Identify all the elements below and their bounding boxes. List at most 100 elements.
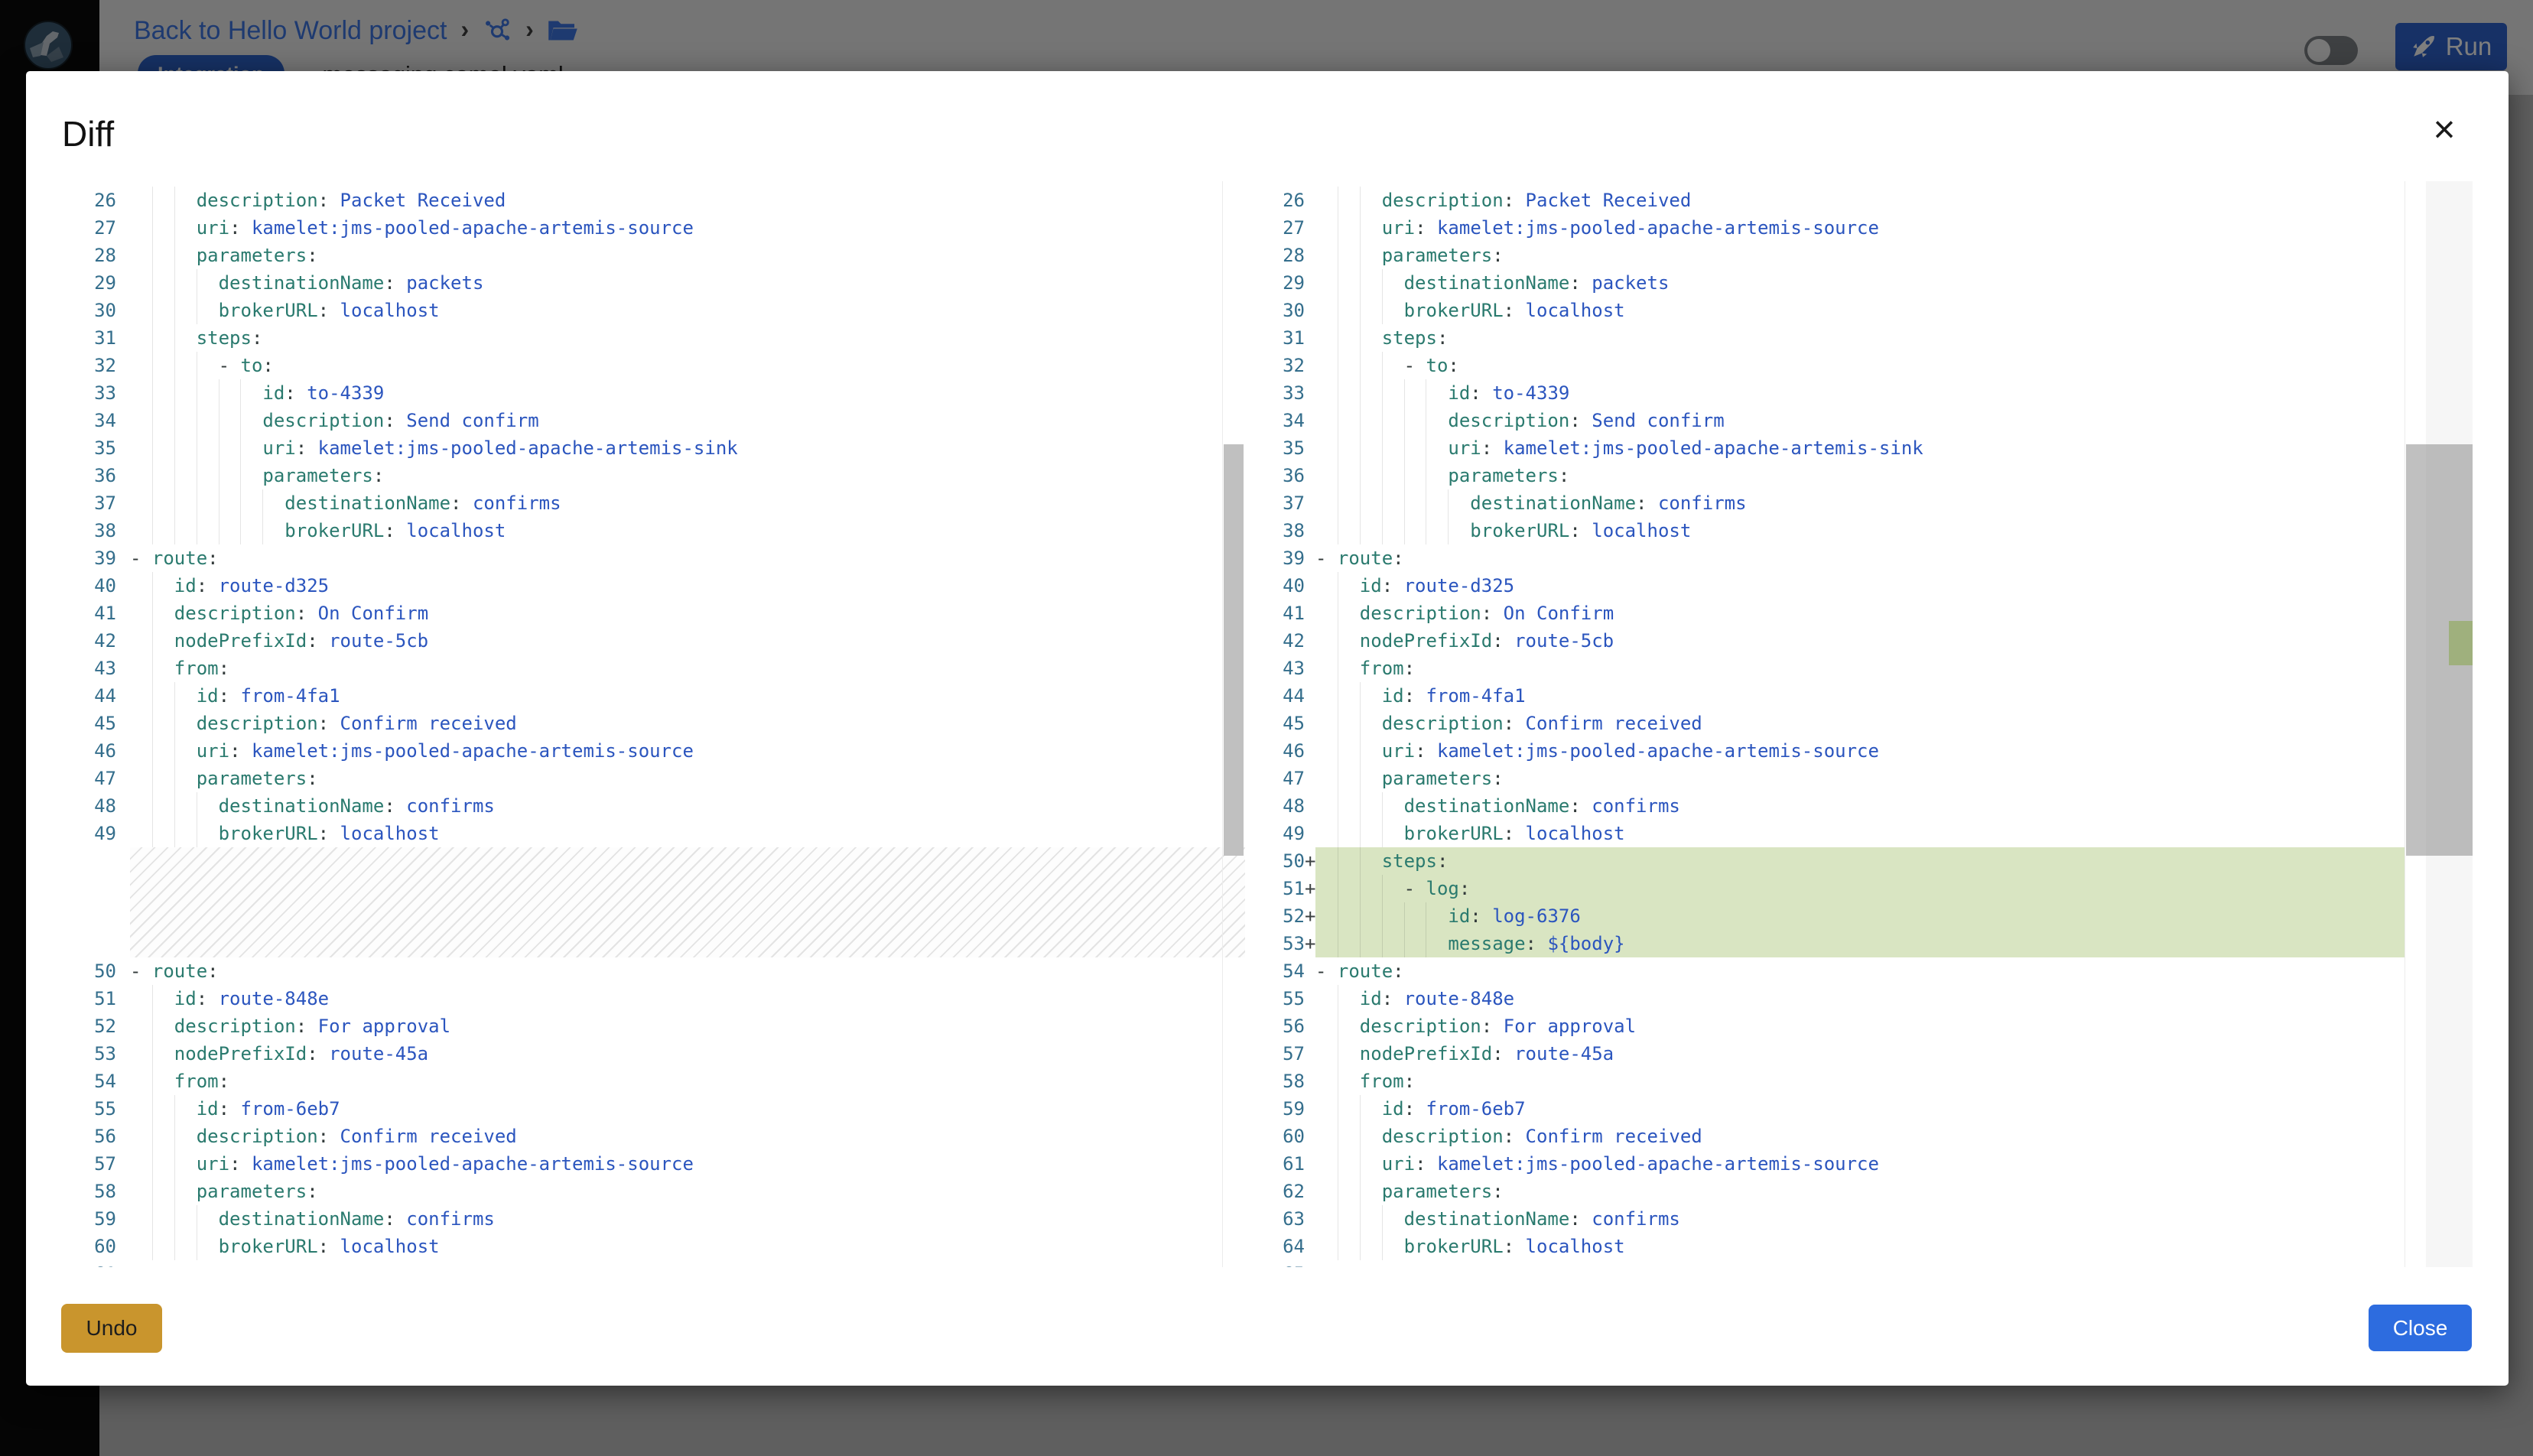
- added-marker: +: [1305, 902, 1315, 930]
- code-editor-modified[interactable]: 26 description: Packet Received27 uri: k…: [1270, 181, 2405, 1267]
- close-icon[interactable]: ×: [2420, 105, 2469, 154]
- indent-guide: [1360, 489, 1361, 517]
- code-line: 53+ message: ${body}: [1270, 930, 2405, 957]
- indent-guide: [152, 242, 153, 269]
- code-editor-original[interactable]: 26 description: Packet Received27 uri: k…: [61, 181, 1245, 1267]
- added-marker: [1305, 1068, 1315, 1095]
- indent-guide: [1360, 1123, 1361, 1150]
- added-marker: [116, 269, 130, 297]
- indent-guide: [1404, 379, 1405, 407]
- yaml-value: from-6eb7: [1415, 1098, 1526, 1120]
- indent-guide: [174, 792, 175, 820]
- code-text: id: from-6eb7: [1315, 1095, 2405, 1123]
- added-marker: [116, 1040, 130, 1068]
- line-number: 41: [1270, 600, 1305, 627]
- close-button[interactable]: Close: [2369, 1305, 2472, 1351]
- yaml-colon: :: [1504, 190, 1514, 211]
- code-line: 65: [1270, 1260, 2405, 1267]
- added-marker: [1305, 682, 1315, 710]
- yaml-value: from-4fa1: [1415, 685, 1526, 707]
- yaml-key: nodePrefixId: [174, 630, 307, 652]
- added-marker: [116, 434, 130, 462]
- added-marker: [116, 379, 130, 407]
- code-text: id: log-6376: [1315, 902, 2405, 930]
- modal-title: Diff: [62, 113, 114, 154]
- yaml-value: Send confirm: [395, 410, 539, 431]
- yaml-colon: :: [318, 1236, 329, 1257]
- right-scrollbar-thumb[interactable]: [2406, 444, 2426, 856]
- yaml-key: destinationName: [1404, 272, 1570, 294]
- indent-guide: [174, 242, 175, 269]
- indent-guide: [174, 1123, 175, 1150]
- yaml-value: to-4339: [296, 382, 385, 404]
- line-number: 27: [1270, 214, 1305, 242]
- yaml-key: destinationName: [1404, 795, 1570, 817]
- diff-panel-original: 26 description: Packet Received27 uri: k…: [61, 181, 1245, 1267]
- indent-guide: [1360, 902, 1361, 930]
- indent-guide: [240, 379, 241, 407]
- code-text: parameters:: [1315, 1178, 2405, 1205]
- line-number: 54: [1270, 957, 1305, 985]
- overview-ruler[interactable]: [2426, 181, 2473, 1267]
- indent-guide: [174, 737, 175, 765]
- code-line: 34 description: Send confirm: [73, 407, 1245, 434]
- code-text: description: Send confirm: [1315, 407, 2405, 434]
- yaml-dash: -: [1315, 960, 1338, 982]
- indent-guide: [1404, 462, 1405, 489]
- indent-guide: [1360, 187, 1361, 214]
- code-line: 45 description: Confirm received: [73, 710, 1245, 737]
- yaml-colon: :: [1481, 437, 1492, 459]
- indent-guide: [152, 627, 153, 655]
- yaml-colon: :: [1393, 960, 1403, 982]
- added-marker: [116, 655, 130, 682]
- code-line: 52+ id: log-6376: [1270, 902, 2405, 930]
- code-line: 46 uri: kamelet:jms-pooled-apache-artemi…: [73, 737, 1245, 765]
- yaml-colon: :: [1415, 740, 1426, 762]
- indent-guide: [1404, 930, 1405, 957]
- code-text: parameters:: [130, 1178, 1245, 1205]
- yaml-key: description: [174, 1016, 296, 1037]
- yaml-key: description: [197, 713, 318, 734]
- yaml-key: id: [1382, 685, 1404, 707]
- line-number: 45: [73, 710, 116, 737]
- code-text: uri: kamelet:jms-pooled-apache-artemis-s…: [130, 214, 1245, 242]
- left-scrollbar[interactable]: [1222, 181, 1244, 1267]
- code-line: 47 parameters:: [1270, 765, 2405, 792]
- indent-guide: [1360, 792, 1361, 820]
- indent-guide: [1360, 1178, 1361, 1205]
- indent-guide: [1360, 875, 1361, 902]
- yaml-colon: :: [1437, 850, 1448, 872]
- code-line: 43 from:: [1270, 655, 2405, 682]
- yaml-key: from: [174, 658, 219, 679]
- yaml-key: brokerURL: [1404, 1236, 1504, 1257]
- added-marker: [1305, 792, 1315, 820]
- code-text: nodePrefixId: route-5cb: [1315, 627, 2405, 655]
- added-marker: [116, 324, 130, 352]
- code-text: id: route-d325: [1315, 572, 2405, 600]
- code-line: 56 description: For approval: [1270, 1012, 2405, 1040]
- indent-guide: [152, 187, 153, 214]
- line-number: 38: [1270, 517, 1305, 544]
- code-text: destinationName: confirms: [1315, 792, 2405, 820]
- yaml-colon: :: [1404, 1098, 1415, 1120]
- undo-button[interactable]: Undo: [61, 1304, 162, 1353]
- yaml-key: steps: [197, 327, 252, 349]
- code-text: description: Confirm received: [1315, 710, 2405, 737]
- yaml-dash: -: [1404, 355, 1426, 376]
- yaml-value: Confirm received: [329, 1126, 517, 1147]
- code-text: description: Packet Received: [130, 187, 1245, 214]
- left-scrollbar-thumb[interactable]: [1224, 444, 1244, 856]
- yaml-value: Packet Received: [1514, 190, 1691, 211]
- line-number: 60: [1270, 1123, 1305, 1150]
- line-number: 60: [73, 1233, 116, 1260]
- code-line: 45 description: Confirm received: [1270, 710, 2405, 737]
- right-scrollbar[interactable]: [2405, 181, 2426, 1267]
- yaml-dash: -: [219, 355, 241, 376]
- line-number: 28: [1270, 242, 1305, 269]
- diff-panel-modified: 26 description: Packet Received27 uri: k…: [1270, 181, 2473, 1267]
- yaml-key: parameters: [262, 465, 373, 486]
- indent-guide: [1382, 930, 1383, 957]
- code-text: id: route-848e: [130, 985, 1245, 1012]
- yaml-key: description: [262, 410, 384, 431]
- code-line: 48 destinationName: confirms: [73, 792, 1245, 820]
